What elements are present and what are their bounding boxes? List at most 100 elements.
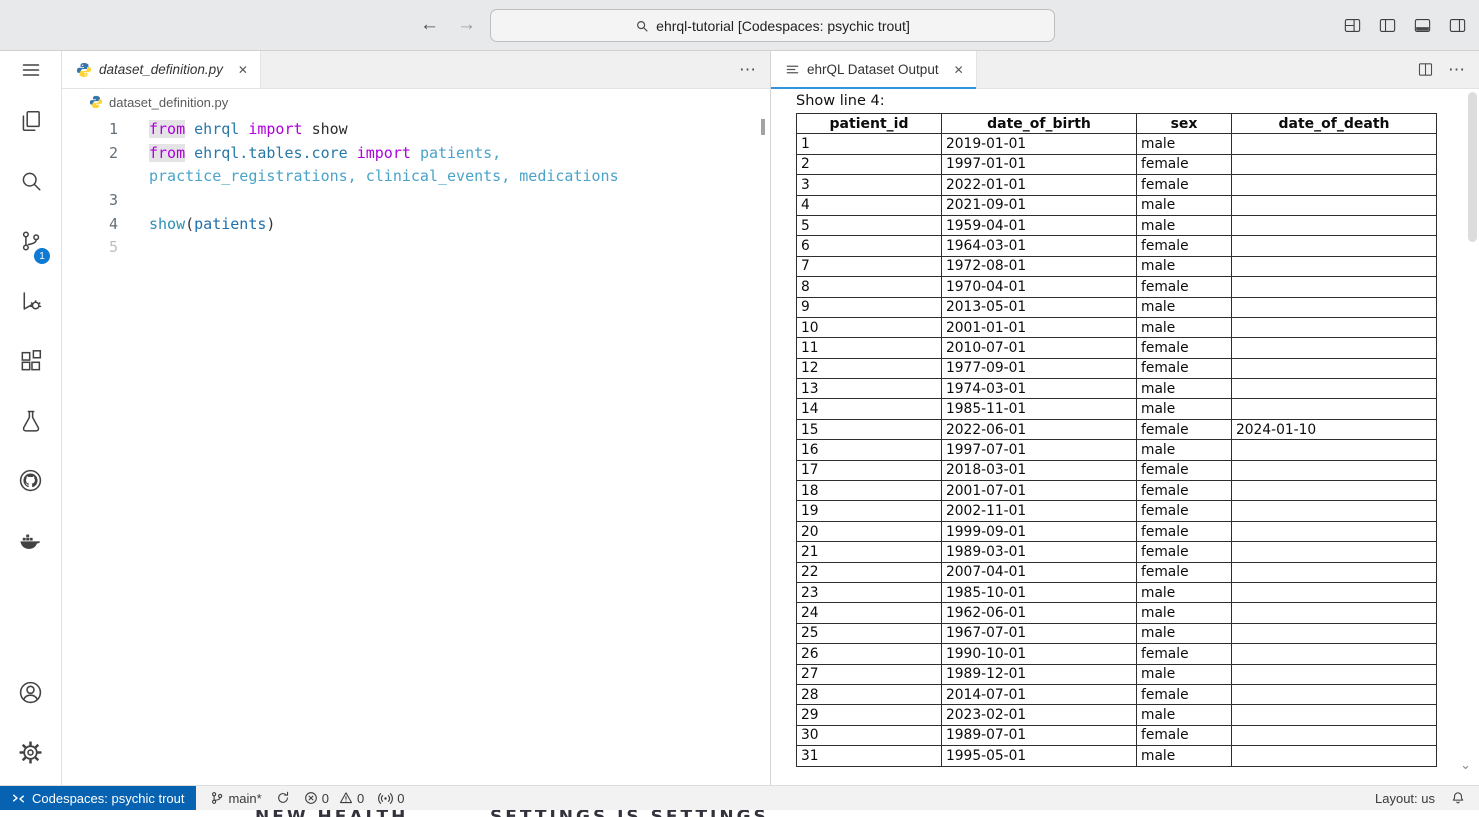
- table-cell: female: [1137, 460, 1232, 480]
- error-count: 0: [322, 791, 329, 806]
- code-token: ): [266, 215, 275, 233]
- table-row: 152022-06-01female2024-01-10: [797, 419, 1437, 439]
- output-table-body: 12019-01-01male21997-01-01female32022-01…: [797, 134, 1437, 766]
- toggle-sidebar-button[interactable]: [1378, 16, 1397, 35]
- code-token: import: [357, 144, 411, 162]
- table-cell: 1989-12-01: [942, 664, 1137, 684]
- code-token: from: [149, 144, 185, 162]
- table-row: 172018-03-01female: [797, 460, 1437, 480]
- table-cell: 1974-03-01: [942, 379, 1137, 399]
- code-editor[interactable]: 1from ehrql import show 2from ehrql.tabl…: [62, 115, 770, 785]
- tab-title: ehrQL Dataset Output: [807, 62, 939, 77]
- table-cell: male: [1137, 399, 1232, 419]
- table-cell: male: [1137, 317, 1232, 337]
- table-cell: 11: [797, 338, 942, 358]
- code-token: ehrql: [194, 120, 239, 138]
- split-editor-button[interactable]: [1417, 61, 1434, 78]
- account-button[interactable]: [0, 665, 61, 725]
- docker-whale-icon: [17, 527, 44, 559]
- back-button[interactable]: ←: [420, 14, 439, 36]
- table-row: 61964-03-01female: [797, 236, 1437, 256]
- table-cell: [1232, 562, 1437, 582]
- table-cell: 10: [797, 317, 942, 337]
- nav-arrows: ← →: [420, 0, 476, 50]
- warning-icon: [339, 791, 353, 805]
- settings-button[interactable]: [0, 725, 61, 785]
- warning-count: 0: [357, 791, 364, 806]
- table-cell: [1232, 134, 1437, 154]
- breadcrumb[interactable]: dataset_definition.py: [62, 89, 770, 115]
- table-cell: 31: [797, 746, 942, 766]
- table-row: 231985-10-01male: [797, 582, 1437, 602]
- close-icon[interactable]: ✕: [238, 63, 248, 77]
- table-cell: female: [1137, 481, 1232, 501]
- table-cell: [1232, 277, 1437, 297]
- toggle-secondary-sidebar-button[interactable]: [1448, 16, 1467, 35]
- status-bar-right: Layout: us: [1375, 791, 1479, 806]
- table-cell: 17: [797, 460, 942, 480]
- sidebar-item-github[interactable]: [0, 453, 61, 513]
- table-cell: 15: [797, 419, 942, 439]
- table-cell: 21: [797, 542, 942, 562]
- table-cell: 27: [797, 664, 942, 684]
- customize-layout-button[interactable]: [1343, 16, 1362, 35]
- code-token: import: [248, 120, 302, 138]
- remote-indicator[interactable]: Codespaces: psychic trout: [0, 786, 196, 810]
- table-cell: 2014-07-01: [942, 684, 1137, 704]
- clipped-text: NEW HEALTH: [255, 810, 408, 817]
- more-actions-button[interactable]: ⋯: [1448, 60, 1465, 80]
- sidebar-item-testing[interactable]: [0, 393, 61, 453]
- tab-dataset-definition[interactable]: dataset_definition.py ✕: [62, 51, 261, 88]
- github-icon: [17, 467, 44, 499]
- table-cell: female: [1137, 236, 1232, 256]
- output-scrollbar-thumb[interactable]: [1468, 92, 1477, 242]
- table-cell: [1232, 195, 1437, 215]
- table-row: 102001-01-01male: [797, 317, 1437, 337]
- table-cell: [1232, 338, 1437, 358]
- sync-button[interactable]: [276, 791, 290, 805]
- scm-badge: 1: [34, 248, 50, 264]
- table-cell: 25: [797, 623, 942, 643]
- search-icon: [18, 168, 44, 199]
- problems-indicator[interactable]: 0 0: [304, 791, 364, 806]
- table-cell: female: [1137, 154, 1232, 174]
- table-cell: [1232, 175, 1437, 195]
- gear-icon: [17, 739, 44, 771]
- output-tab-bar: ehrQL Dataset Output ✕ ⋯: [771, 51, 1479, 89]
- table-cell: [1232, 215, 1437, 235]
- table-cell: 12: [797, 358, 942, 378]
- table-row: 192002-11-01female: [797, 501, 1437, 521]
- extensions-icon: [18, 348, 44, 379]
- branch-indicator[interactable]: main*: [210, 791, 261, 806]
- more-actions-button[interactable]: ⋯: [739, 60, 756, 80]
- table-cell: 1985-10-01: [942, 582, 1137, 602]
- code-token: ehrql.tables.core: [194, 144, 348, 162]
- table-cell: 1999-09-01: [942, 521, 1137, 541]
- table-cell: [1232, 623, 1437, 643]
- command-center[interactable]: ehrql-tutorial [Codespaces: psychic trou…: [490, 9, 1055, 42]
- dataset-table: patient_id date_of_birth sex date_of_dea…: [796, 113, 1437, 767]
- table-cell: 16: [797, 440, 942, 460]
- sidebar-item-source-control[interactable]: 1: [0, 213, 61, 273]
- editor-scrollbar-thumb[interactable]: [761, 119, 765, 135]
- table-cell: 22: [797, 562, 942, 582]
- table-cell: [1232, 440, 1437, 460]
- layout-indicator[interactable]: Layout: us: [1375, 791, 1435, 806]
- sidebar-item-extensions[interactable]: [0, 333, 61, 393]
- sidebar-item-run-debug[interactable]: [0, 273, 61, 333]
- toggle-panel-button[interactable]: [1413, 16, 1432, 35]
- sidebar-item-docker[interactable]: [0, 513, 61, 573]
- sidebar-item-explorer[interactable]: [0, 93, 61, 153]
- close-icon[interactable]: ✕: [954, 63, 964, 77]
- table-cell: 2018-03-01: [942, 460, 1137, 480]
- ports-count: 0: [397, 791, 404, 806]
- forward-button[interactable]: →: [457, 14, 476, 36]
- ports-indicator[interactable]: 0: [378, 791, 404, 806]
- output-list-icon: [785, 62, 800, 77]
- table-cell: [1232, 582, 1437, 602]
- sidebar-item-search[interactable]: [0, 153, 61, 213]
- table-cell: female: [1137, 277, 1232, 297]
- tab-ehrql-dataset-output[interactable]: ehrQL Dataset Output ✕: [771, 51, 977, 88]
- menu-button[interactable]: [0, 51, 61, 93]
- bell-icon[interactable]: [1451, 791, 1465, 805]
